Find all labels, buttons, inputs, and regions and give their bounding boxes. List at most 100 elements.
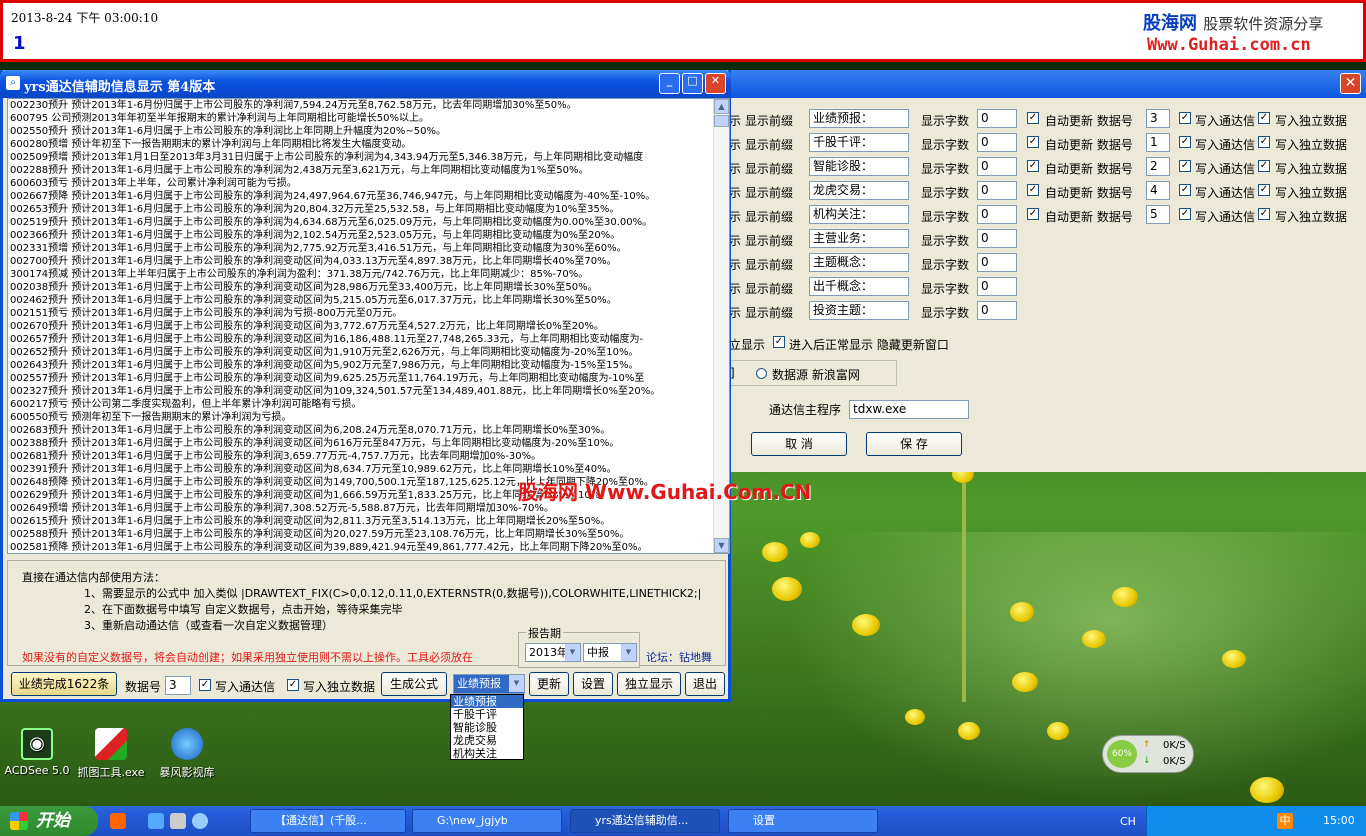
settings-titlebar[interactable]: ✕ (725, 70, 1366, 98)
ime-indicator[interactable]: CH (1120, 815, 1136, 828)
forecast-line[interactable]: 002667预降 预计2013年1-6月归属于上市公司股东的净利润为24,497… (8, 190, 729, 203)
forecast-line[interactable]: 002700预升 预计2013年1-6月归属于上市公司股东的净利润变动区间为4,… (8, 255, 729, 268)
count-input[interactable]: 0 (977, 181, 1017, 200)
forecast-line[interactable]: 002557预升 预计2013年1-6月归属于上市公司股东的净利润变动区间为9,… (8, 372, 729, 385)
data-num-input[interactable]: 4 (1146, 181, 1170, 200)
prefix-input[interactable]: 千股千评： (809, 133, 909, 152)
prefix-input[interactable]: 出千概念： (809, 277, 909, 296)
forecast-line[interactable]: 002653预升 预计2013年1-6月归属于上市公司股东的净利润为20,804… (8, 203, 729, 216)
write-independent-checkbox[interactable]: ✓ (1258, 184, 1270, 196)
status-button[interactable]: 业绩完成1622条 (11, 672, 117, 696)
taskbar-item[interactable]: yrs通达信辅助信... (570, 809, 720, 833)
desktop-icon-baofeng[interactable]: 暴风影视库 (152, 728, 222, 780)
prefix-input[interactable]: 业绩预报： (809, 109, 909, 128)
maximize-button[interactable]: □ (682, 73, 703, 94)
count-input[interactable]: 0 (977, 133, 1017, 152)
forecast-line[interactable]: 002652预升 预计2013年1-6月归属于上市公司股东的净利润变动区间为1,… (8, 346, 729, 359)
count-input[interactable]: 0 (977, 205, 1017, 224)
forecast-line[interactable]: 600280预增 预计年初至下一报告期期末的累计净利润与上年同期相比将发生大幅度… (8, 138, 729, 151)
count-input[interactable]: 0 (977, 277, 1017, 296)
write-tdx-checkbox[interactable]: ✓ (1179, 136, 1191, 148)
quicklaunch-icon[interactable] (148, 813, 164, 829)
close-button[interactable]: ✕ (705, 73, 726, 94)
write-tdx-checkbox[interactable]: ✓ (1179, 160, 1191, 172)
source-radio[interactable] (756, 368, 767, 379)
quicklaunch-icon[interactable] (110, 813, 126, 829)
write-tdx-checkbox[interactable]: ✓ (1179, 112, 1191, 124)
forecast-line[interactable]: 002288预升 预计2013年1-6月归属于上市公司股东的净利润为2,438万… (8, 164, 729, 177)
tray-ime[interactable]: 中 (1277, 813, 1293, 829)
exit-button[interactable]: 退出 (685, 672, 725, 696)
forecast-line[interactable]: 002657预升 预计2013年1-6月归属于上市公司股东的净利润变动区间为16… (8, 333, 729, 346)
generate-formula-button[interactable]: 生成公式 (381, 672, 447, 696)
quicklaunch-icon[interactable] (192, 813, 208, 829)
forecast-line[interactable]: 002388预升 预计2013年1-6月归属于上市公司股东的净利润变动区间为61… (8, 437, 729, 450)
data-type-dropdown[interactable]: 业绩预报 千股千评 智能诊股 龙虎交易 机构关注 (450, 694, 524, 760)
forecast-line[interactable]: 600795 公司预测2013年年初至半年报期末的累计净利润与上年同期相比可能增… (8, 112, 729, 125)
prefix-input[interactable]: 主题概念： (809, 253, 909, 272)
write-independent-checkbox[interactable]: ✓ (1258, 136, 1270, 148)
auto-update-checkbox[interactable]: ✓ (1027, 136, 1039, 148)
auto-update-checkbox[interactable]: ✓ (1027, 112, 1039, 124)
save-button[interactable]: 保 存 (866, 432, 962, 456)
clock[interactable]: 15:00 (1323, 814, 1355, 827)
data-num-input[interactable]: 3 (1146, 109, 1170, 128)
dropdown-option[interactable]: 业绩预报 (451, 695, 523, 708)
year-select[interactable]: 2013年 ▼ (525, 643, 581, 662)
start-button[interactable]: 开始 (0, 806, 98, 836)
forecast-line[interactable]: 002366预升 预计2013年1-6月归属于上市公司股东的净利润为2,102.… (8, 229, 729, 242)
forecast-line[interactable]: 600550预亏 预测年初至下一报告期期末的累计净利润为亏损。 (8, 411, 729, 424)
forecast-line[interactable]: 600217预亏 预计公司第二季度实现盈利，但上半年累计净利润可能略有亏损。 (8, 398, 729, 411)
forecast-line[interactable]: 002391预升 预计2013年1-6月归属于上市公司股东的净利润变动区间为8,… (8, 463, 729, 476)
prefix-input[interactable]: 机构关注： (809, 205, 909, 224)
enter-normal-checkbox[interactable]: ✓ (773, 336, 785, 348)
forum-link[interactable]: 论坛：钻地舞 (646, 649, 712, 665)
forecast-line[interactable]: 600603预亏 预计2013年上半年，公司累计净利润可能为亏损。 (8, 177, 729, 190)
taskbar-item[interactable]: 【通达信】(千股... (250, 809, 406, 833)
dropdown-option[interactable]: 龙虎交易 (451, 734, 523, 747)
period-select[interactable]: 中报 ▼ (583, 643, 637, 662)
forecast-line[interactable]: 002681预升 预计2013年1-6月归属于上市公司股东的净利润3,659.7… (8, 450, 729, 463)
count-input[interactable]: 0 (977, 157, 1017, 176)
write-independent-checkbox[interactable]: ✓ (1258, 208, 1270, 220)
dropdown-option[interactable]: 智能诊股 (451, 721, 523, 734)
forecast-line[interactable]: 002151预亏 预计2013年1-6月归属于上市公司股东的净利润为亏损-800… (8, 307, 729, 320)
cancel-button[interactable]: 取 消 (751, 432, 847, 456)
prefix-input[interactable]: 智能诊股： (809, 157, 909, 176)
forecast-line[interactable]: 002670预升 预计2013年1-6月归属于上市公司股东的净利润变动区间为3,… (8, 320, 729, 333)
write-tdx-checkbox[interactable]: ✓ (199, 679, 211, 691)
dropdown-option[interactable]: 机构关注 (451, 747, 523, 760)
scroll-up-icon[interactable]: ▲ (714, 99, 729, 114)
count-input[interactable]: 0 (977, 109, 1017, 128)
taskbar-item[interactable]: 设置 (728, 809, 878, 833)
write-tdx-checkbox[interactable]: ✓ (1179, 208, 1191, 220)
data-num-input[interactable]: 1 (1146, 133, 1170, 152)
forecast-line[interactable]: 002615预升 预计2013年1-6月归属于上市公司股东的净利润变动区间为2,… (8, 515, 729, 528)
desktop-icon-capture[interactable]: 抓图工具.exe (76, 728, 146, 780)
minimize-button[interactable]: _ (659, 73, 680, 94)
scroll-thumb[interactable] (714, 115, 729, 127)
auto-update-checkbox[interactable]: ✓ (1027, 184, 1039, 196)
count-input[interactable]: 0 (977, 229, 1017, 248)
data-num-input[interactable]: 5 (1146, 205, 1170, 224)
forecast-line[interactable]: 002509预增 预计2013年1月1日至2013年3月31日归属于上市公司股东… (8, 151, 729, 164)
auto-update-checkbox[interactable]: ✓ (1027, 160, 1039, 172)
write-independent-checkbox[interactable]: ✓ (1258, 112, 1270, 124)
data-num-input[interactable]: 3 (165, 676, 191, 695)
forecast-line[interactable]: 002588预升 预计2013年1-6月归属于上市公司股东的净利润变动区间为20… (8, 528, 729, 541)
forecast-line[interactable]: 002683预升 预计2013年1-6月归属于上市公司股东的净利润变动区间为6,… (8, 424, 729, 437)
tdx-main-input[interactable]: tdxw.exe (849, 400, 969, 419)
write-independent-checkbox[interactable]: ✓ (287, 679, 299, 691)
forecast-line[interactable]: 002038预升 预计2013年1-6月归属于上市公司股东的净利润变动区间为28… (8, 281, 729, 294)
desktop-icon-acdsee[interactable]: ◉ ACDSee 5.0 (2, 728, 72, 777)
data-num-input[interactable]: 2 (1146, 157, 1170, 176)
forecast-line[interactable]: 002519预升 预计2013年1-6月归属于上市公司股东的净利润为4,634.… (8, 216, 729, 229)
scroll-down-icon[interactable]: ▼ (714, 538, 729, 553)
settings-close-button[interactable]: ✕ (1340, 73, 1361, 94)
forecast-line[interactable]: 002331预增 预计2013年1-6月归属于上市公司股东的净利润为2,775.… (8, 242, 729, 255)
data-type-combo[interactable]: 业绩预报 ▼ (453, 674, 525, 694)
settings-button[interactable]: 设置 (573, 672, 613, 696)
count-input[interactable]: 0 (977, 253, 1017, 272)
standalone-button[interactable]: 独立显示 (617, 672, 681, 696)
count-input[interactable]: 0 (977, 301, 1017, 320)
